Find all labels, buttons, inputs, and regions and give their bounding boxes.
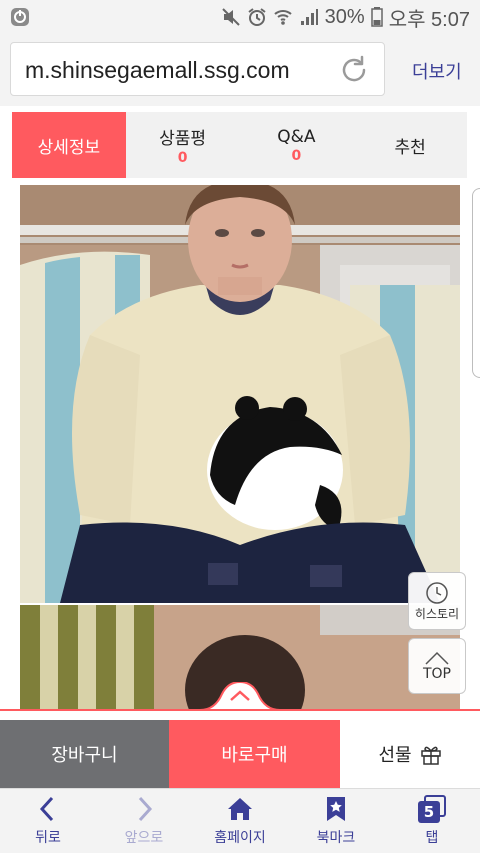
clock-text: 오후 5:07 [388, 8, 470, 31]
wifi-icon [274, 10, 292, 25]
tab-label: Q&A [277, 126, 316, 147]
chevron-left-icon [39, 796, 54, 822]
url-text[interactable]: m.shinsegaemall.ssg.com [25, 57, 290, 84]
chevron-up-icon [425, 651, 449, 665]
app-notification-icon [11, 8, 29, 26]
tabs-icon: 5 [418, 795, 446, 823]
nav-bookmark[interactable]: 북마크 [288, 789, 384, 853]
nav-forward[interactable]: 앞으로 [96, 789, 192, 853]
battery-icon [370, 7, 383, 27]
status-bar: 30% 오후 5:07 [0, 0, 480, 34]
tab-count: 5 [418, 801, 440, 823]
add-to-cart-button[interactable]: 장바구니 [0, 720, 169, 788]
scroll-indicator[interactable] [472, 188, 480, 378]
gift-label: 선물 [378, 745, 412, 766]
chevron-right-icon [138, 796, 153, 822]
nav-back[interactable]: 뒤로 [0, 789, 96, 853]
status-indicators: 30% 오후 5:07 [221, 0, 470, 34]
tab-label: 상세정보 [37, 137, 101, 158]
browser-toolbar: m.shinsegaemall.ssg.com 더보기 [0, 34, 480, 106]
history-label: 히스토리 [414, 606, 460, 621]
nav-forward-label: 앞으로 [124, 830, 164, 846]
gift-icon [420, 746, 441, 765]
nav-home[interactable]: 홈페이지 [192, 789, 288, 853]
alarm-icon [248, 8, 266, 26]
browser-nav-bar: 뒤로 앞으로 홈페이지 북마크 5 탭 [0, 788, 480, 853]
battery-text: 30% [324, 5, 365, 28]
tab-reviews[interactable]: 상품평 0 [126, 112, 240, 178]
purchase-actions: 장바구니 바로구매 선물 [0, 720, 480, 788]
tab-qna[interactable]: Q&A 0 [240, 112, 354, 178]
scroll-top-button[interactable]: TOP [408, 638, 466, 694]
home-icon [228, 798, 252, 820]
gift-button[interactable]: 선물 [340, 720, 480, 788]
clock-icon [426, 581, 448, 604]
top-label: TOP [422, 666, 451, 682]
buy-label: 바로구매 [221, 745, 288, 766]
nav-home-label: 홈페이지 [214, 830, 266, 846]
drawer-toggle[interactable] [200, 682, 280, 712]
product-detail-content [0, 185, 480, 710]
tab-label: 상품평 [159, 129, 207, 149]
reload-icon[interactable] [338, 54, 370, 86]
more-button[interactable]: 더보기 [412, 58, 462, 84]
qna-count: 0 [291, 147, 302, 164]
bookmark-icon [327, 797, 345, 821]
nav-tabs[interactable]: 5 탭 [384, 789, 480, 853]
address-bar[interactable]: m.shinsegaemall.ssg.com [10, 42, 385, 96]
history-button[interactable]: 히스토리 [408, 572, 466, 630]
tab-detail-info[interactable]: 상세정보 [12, 112, 126, 178]
nav-back-label: 뒤로 [35, 830, 61, 846]
nav-tabs-label: 탭 [425, 830, 439, 846]
signal-icon [300, 9, 318, 25]
cart-label: 장바구니 [51, 745, 118, 766]
product-photo-panda-sweater [20, 185, 460, 603]
tab-recommend[interactable]: 추천 [353, 112, 467, 178]
tab-label: 추천 [394, 137, 426, 158]
nav-bookmark-label: 북마크 [316, 830, 356, 846]
review-count: 0 [177, 150, 188, 166]
mute-icon [221, 8, 240, 26]
product-tabs: 상세정보 상품평 0 Q&A 0 추천 [12, 112, 467, 178]
buy-now-button[interactable]: 바로구매 [169, 720, 340, 788]
